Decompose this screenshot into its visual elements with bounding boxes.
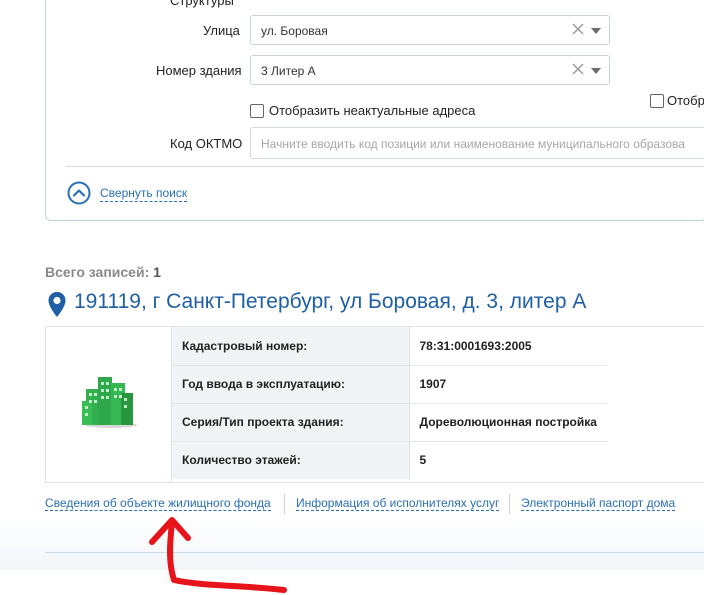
street-value: ул. Боровая xyxy=(261,24,328,38)
passport-link[interactable]: Электронный паспорт дома xyxy=(521,496,676,511)
building-value: 3 Литер А xyxy=(261,64,316,78)
series-value: Дореволюционная постройка xyxy=(409,403,607,442)
oktmo-label: Код ОКТМО xyxy=(170,136,243,151)
housing-fund-link[interactable]: Сведения об объекте жилищного фонда xyxy=(45,496,271,511)
cut-checkbox-label: Отобра xyxy=(667,93,704,108)
clear-icon[interactable] xyxy=(571,62,585,76)
building-icon xyxy=(82,377,137,428)
oktmo-placeholder: Начните вводить код позиции или наименов… xyxy=(261,137,685,151)
address-title[interactable]: 191119, г Санкт-Петербург, ул Боровая, д… xyxy=(74,290,586,314)
bottom-fade xyxy=(0,520,704,570)
structure-label: Структуры xyxy=(170,0,234,8)
oktmo-input[interactable]: Начните вводить код позиции или наименов… xyxy=(250,127,704,159)
street-label: Улица xyxy=(203,23,240,38)
total-label: Всего записей: xyxy=(45,264,150,280)
year-value: 1907 xyxy=(409,365,607,404)
building-image-cell xyxy=(46,327,172,482)
floors-value: 5 xyxy=(419,453,427,468)
street-select[interactable]: ул. Боровая xyxy=(250,15,610,45)
series-key: Серия/Тип проекта здания: xyxy=(172,403,410,442)
show-inactive-checkbox[interactable] xyxy=(250,104,264,118)
chevron-down-icon[interactable] xyxy=(591,68,601,74)
table-row: Год ввода в эксплуатацию: 1907 xyxy=(172,365,607,404)
cut-checkbox[interactable] xyxy=(650,94,664,108)
table-row: Серия/Тип проекта здания: Дореволюционна… xyxy=(172,403,607,442)
table-row: Количество этажей: 5 xyxy=(172,441,607,479)
total-value: 1 xyxy=(153,264,161,280)
divider xyxy=(66,166,704,167)
clear-icon[interactable] xyxy=(571,22,585,36)
chevron-up-circle-icon[interactable] xyxy=(67,181,91,205)
cadastral-key: Кадастровый номер: xyxy=(172,327,410,366)
building-card: Кадастровый номер: 78:31:0001693:2005 Го… xyxy=(45,326,704,483)
link-separator xyxy=(509,494,510,514)
floors-key: Количество этажей: xyxy=(172,441,410,479)
location-pin-icon xyxy=(48,292,66,317)
total-records: Всего записей: 1 xyxy=(45,264,161,280)
link-separator xyxy=(284,494,285,514)
chevron-down-icon[interactable] xyxy=(591,28,601,34)
red-arrow-annotation xyxy=(149,517,287,593)
collapse-search-link[interactable]: Свернуть поиск xyxy=(100,186,188,202)
year-key: Год ввода в эксплуатацию: xyxy=(172,365,410,404)
table-row: Кадастровый номер: 78:31:0001693:2005 xyxy=(172,327,607,366)
building-select[interactable]: 3 Литер А xyxy=(250,55,610,85)
show-inactive-label: Отобразить неактуальные адреса xyxy=(269,103,476,118)
building-info-table: Кадастровый номер: 78:31:0001693:2005 Го… xyxy=(172,327,607,479)
service-providers-link[interactable]: Информация об исполнителях услуг xyxy=(296,496,500,511)
cadastral-value: 78:31:0001693:2005 xyxy=(409,327,607,366)
building-label: Номер здания xyxy=(156,63,242,78)
